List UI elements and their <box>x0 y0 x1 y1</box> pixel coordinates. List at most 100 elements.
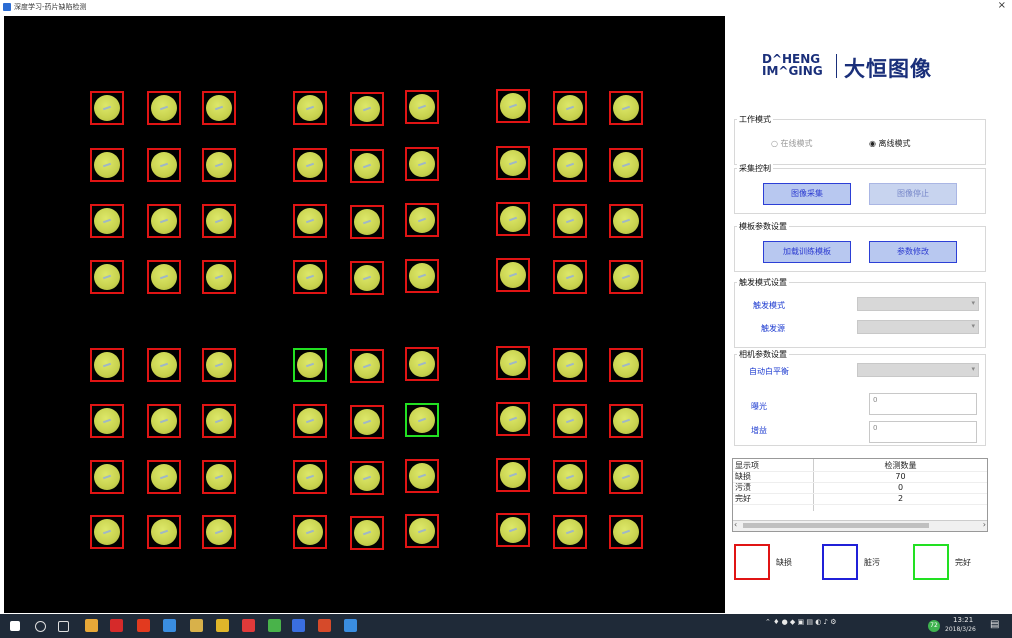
trigger-source-select[interactable]: ▾ <box>857 320 979 334</box>
scroll-right-icon[interactable]: › <box>983 520 986 529</box>
logo-text: 大恒图像 <box>844 57 932 81</box>
pill-image <box>354 465 380 491</box>
gain-input[interactable]: 0 <box>869 421 977 443</box>
pill-cell-defect <box>350 261 384 295</box>
pill-image <box>151 152 177 178</box>
pill-image <box>151 208 177 234</box>
window-title: 深度学习-药片缺陷检测 <box>14 3 87 11</box>
auto-white-balance-select[interactable]: ▾ <box>857 363 979 377</box>
search-icon[interactable] <box>35 621 46 632</box>
pill-cell-defect <box>293 148 327 182</box>
pill-cell-defect <box>405 203 439 237</box>
pill-cell-defect <box>609 515 643 549</box>
pill-image <box>557 264 583 290</box>
camera-image-view <box>4 16 725 613</box>
start-capture-button[interactable]: 图像采集 <box>763 183 851 205</box>
app-icon[interactable] <box>268 619 281 632</box>
pill-cell-defect <box>147 404 181 438</box>
trigger-mode-select[interactable]: ▾ <box>857 297 979 311</box>
pill-cell-defect <box>553 404 587 438</box>
legend-swatch <box>734 544 770 580</box>
pill-image <box>206 519 232 545</box>
tray-badge[interactable]: 72 <box>928 620 940 632</box>
pill-image <box>409 263 435 289</box>
notification-icon[interactable]: ▤ <box>990 619 999 630</box>
exposure-label: 曝光 <box>751 402 767 411</box>
pill-cell-defect <box>350 461 384 495</box>
pill-image <box>613 408 639 434</box>
modify-params-button[interactable]: 参数修改 <box>869 241 957 263</box>
pill-image <box>297 408 323 434</box>
template-params-legend: 模板参数设置 <box>737 221 789 232</box>
pill-image <box>557 408 583 434</box>
auto-white-balance-label: 自动白平衡 <box>749 367 789 376</box>
pill-image <box>613 152 639 178</box>
pill-cell-defect <box>202 91 236 125</box>
pill-cell-defect <box>496 402 530 436</box>
pill-cell-defect <box>202 515 236 549</box>
app-icon[interactable] <box>137 619 150 632</box>
pill-image <box>409 207 435 233</box>
app-icon[interactable] <box>344 619 357 632</box>
app-icon[interactable] <box>292 619 305 632</box>
pill-cell-defect <box>609 404 643 438</box>
pill-cell-defect <box>405 90 439 124</box>
close-icon[interactable]: × <box>998 0 1006 11</box>
pill-cell-defect <box>202 460 236 494</box>
gain-label: 增益 <box>751 426 767 435</box>
col-display-item: 显示项 <box>735 461 759 470</box>
exposure-input[interactable]: 0 <box>869 393 977 415</box>
windows-start-icon[interactable] <box>10 621 20 631</box>
app-icon[interactable] <box>190 619 203 632</box>
pill-cell-defect <box>350 405 384 439</box>
pill-image <box>297 352 323 378</box>
pill-cell-defect <box>609 260 643 294</box>
task-view-icon[interactable] <box>58 621 69 632</box>
scroll-left-icon[interactable]: ‹ <box>734 520 737 529</box>
legend-swatch <box>822 544 858 580</box>
app-icon[interactable] <box>163 619 176 632</box>
pill-cell-defect <box>496 258 530 292</box>
pill-cell-defect <box>147 515 181 549</box>
app-icon[interactable] <box>85 619 98 632</box>
pill-image <box>297 152 323 178</box>
pill-image <box>500 150 526 176</box>
app-icon[interactable] <box>242 619 255 632</box>
table-row: 缺损 70 <box>735 472 906 481</box>
pill-cell-defect <box>496 146 530 180</box>
pill-image <box>613 352 639 378</box>
pill-image <box>354 353 380 379</box>
scroll-thumb[interactable] <box>743 523 929 528</box>
pill-cell-defect <box>350 149 384 183</box>
online-mode-radio[interactable]: ○ 在线模式 <box>771 138 813 149</box>
pill-image <box>151 464 177 490</box>
pill-image <box>206 352 232 378</box>
system-tray-icons[interactable]: ⌃ ♦ ● ◆ ▣ ▤ ◐ ♪ ⚙ <box>765 618 837 626</box>
pill-image <box>409 351 435 377</box>
pill-image <box>151 264 177 290</box>
app-icon[interactable] <box>216 619 229 632</box>
pill-cell-defect <box>147 460 181 494</box>
load-template-button[interactable]: 加载训练模板 <box>763 241 851 263</box>
pill-image <box>613 208 639 234</box>
pill-cell-defect <box>553 91 587 125</box>
offline-mode-radio[interactable]: ◉ 离线模式 <box>869 138 911 149</box>
pill-cell-defect <box>293 515 327 549</box>
pill-cell-defect <box>202 404 236 438</box>
horizontal-scrollbar[interactable]: ‹ › <box>733 520 987 531</box>
pill-cell-defect <box>90 460 124 494</box>
trigger-mode-legend: 触发模式设置 <box>737 277 789 288</box>
pill-cell-defect <box>90 348 124 382</box>
legend-label: 缺损 <box>776 558 792 567</box>
work-mode-group: 工作模式 ○ 在线模式 ◉ 离线模式 <box>734 114 986 165</box>
app-icon[interactable] <box>318 619 331 632</box>
pill-cell-defect <box>147 348 181 382</box>
pill-cell-defect <box>293 204 327 238</box>
legend-swatch <box>913 544 949 580</box>
pill-image <box>409 151 435 177</box>
pill-image <box>94 352 120 378</box>
app-icon[interactable] <box>110 619 123 632</box>
pill-image <box>557 464 583 490</box>
stop-capture-button[interactable]: 图像停止 <box>869 183 957 205</box>
pill-image <box>206 264 232 290</box>
